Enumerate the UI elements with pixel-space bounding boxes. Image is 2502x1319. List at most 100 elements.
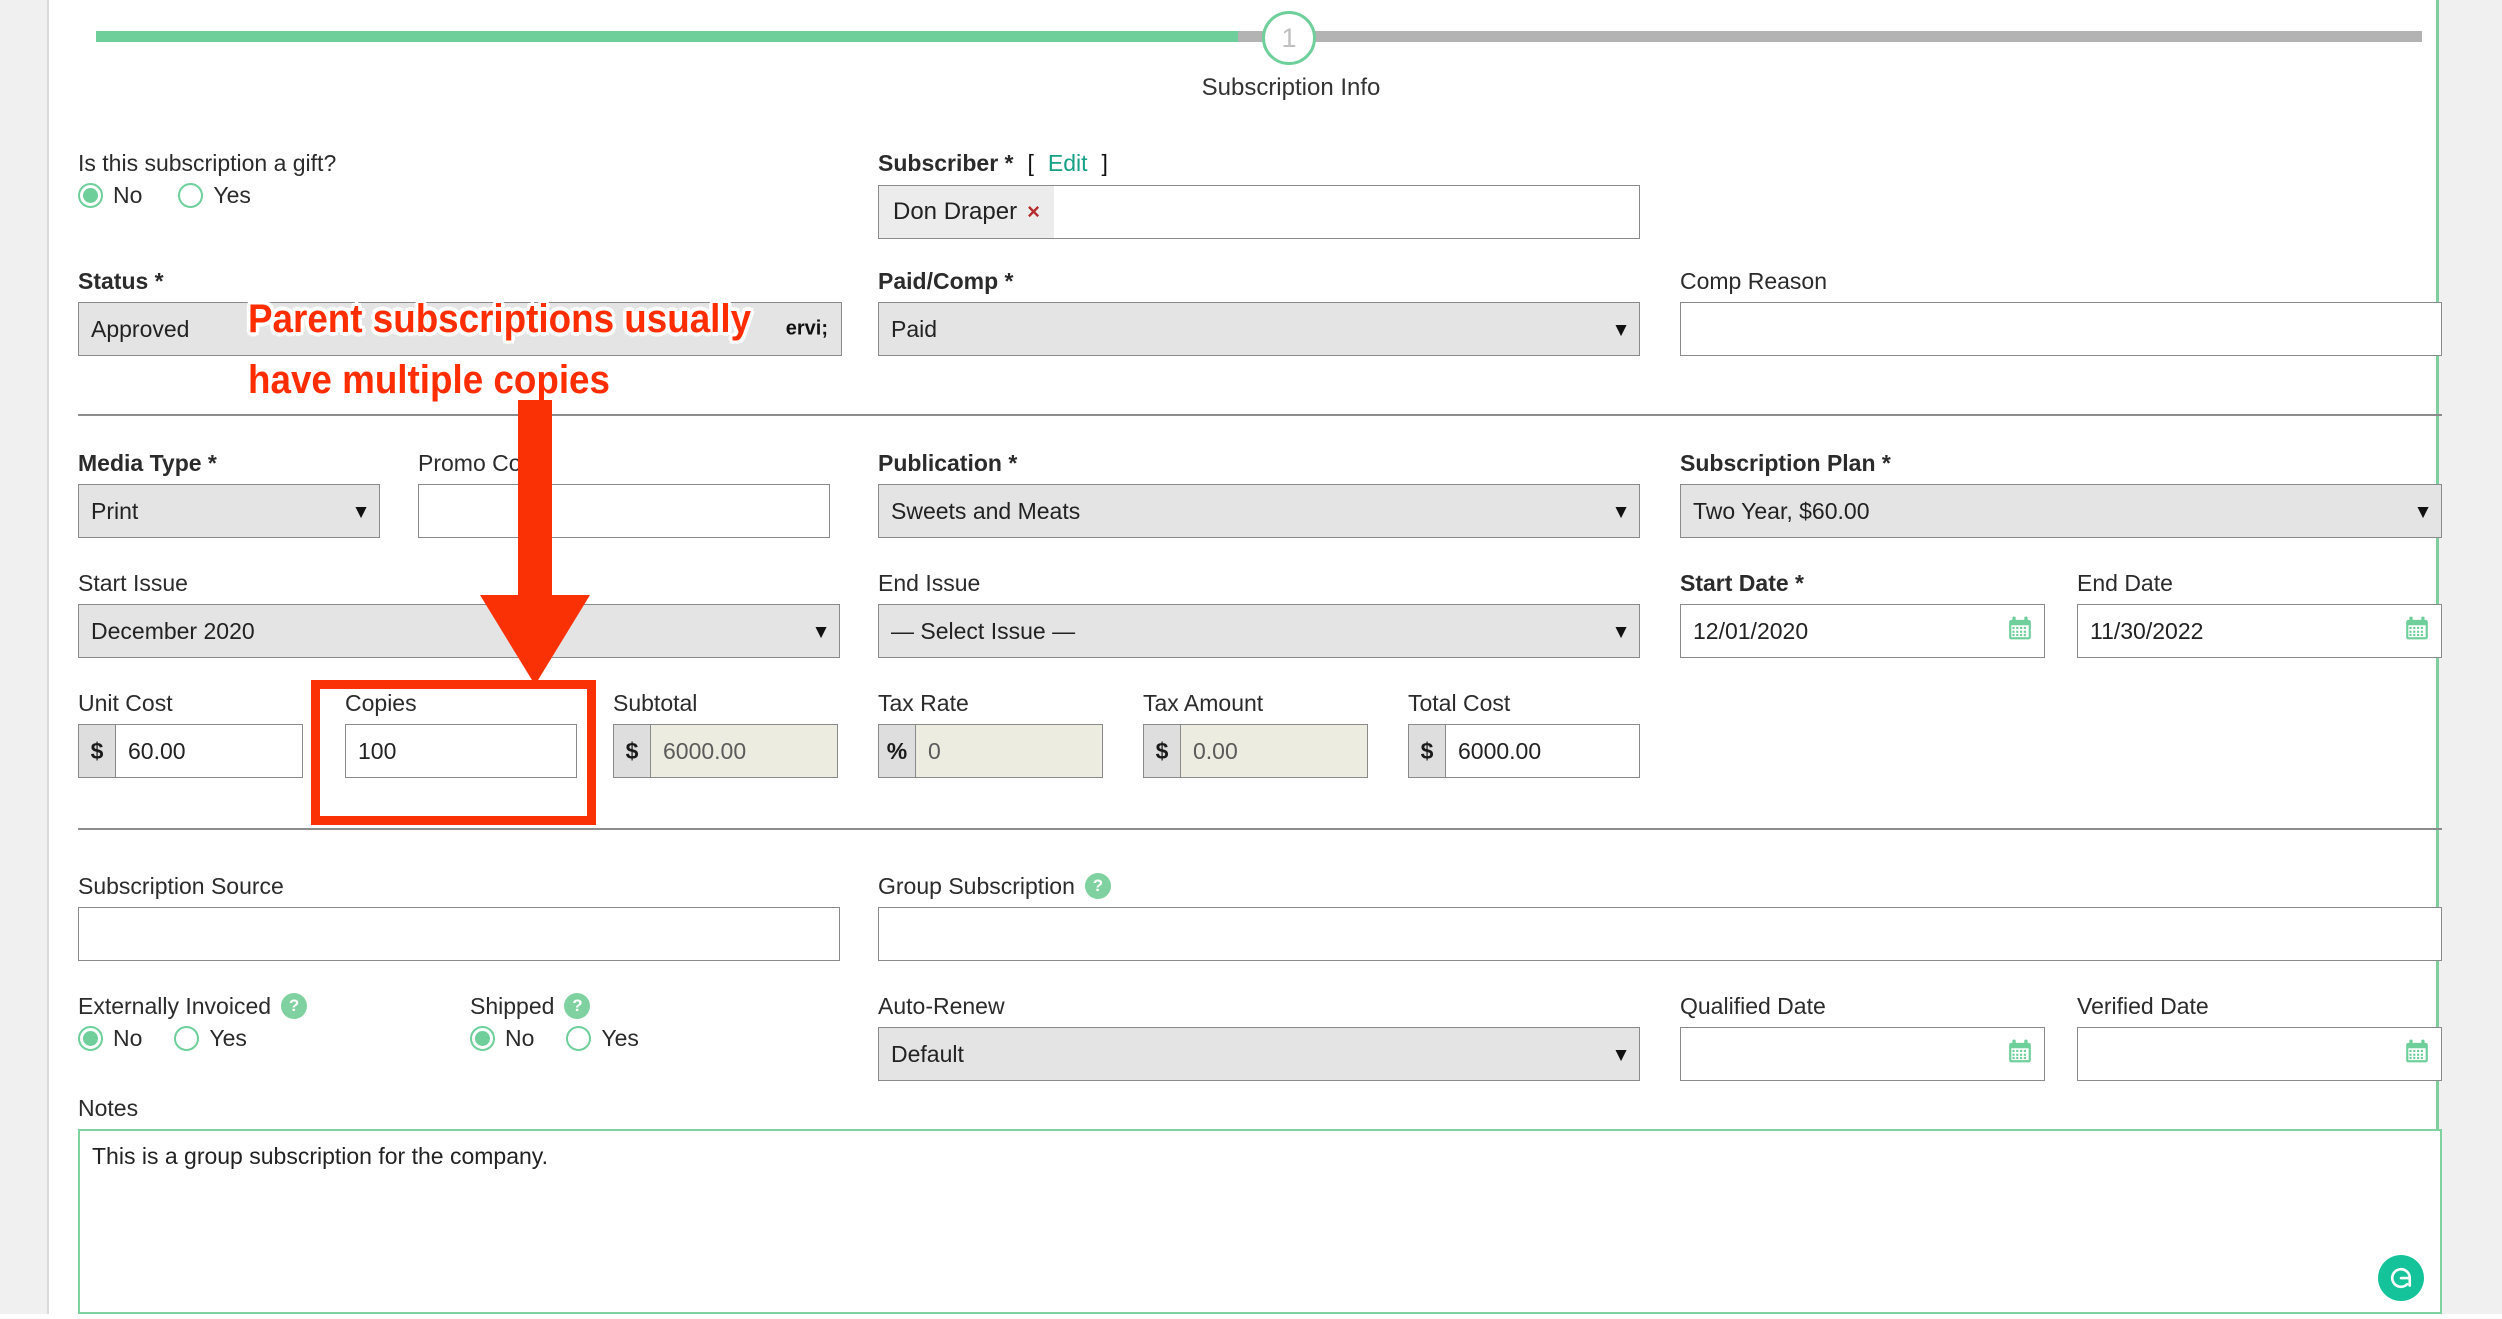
remove-icon[interactable]: × — [1027, 199, 1040, 225]
qualified-date-label: Qualified Date — [1680, 993, 1826, 1019]
subscription-plan-label: Subscription Plan * — [1680, 450, 1891, 476]
tax-rate-label: Tax Rate — [878, 690, 969, 716]
field-shipped: Shipped ? No Yes — [470, 993, 800, 1052]
wizard-step-label: Subscription Info — [1201, 74, 1381, 101]
calendar-icon[interactable] — [2404, 1039, 2430, 1070]
total-cost-group: $ — [1408, 724, 1640, 778]
shipped-radio-group[interactable]: No Yes — [470, 1025, 800, 1052]
externally-invoiced-radio-group[interactable]: No Yes — [78, 1025, 458, 1052]
start-date-input[interactable] — [1680, 604, 2045, 658]
verified-date-input[interactable] — [2077, 1027, 2442, 1081]
gift-option-no[interactable]: No — [78, 182, 142, 209]
qualified-date-input[interactable] — [1680, 1027, 2045, 1081]
field-subtotal: Subtotal $ — [613, 690, 838, 778]
subscription-plan-select[interactable]: Two Year, $60.00 — [1680, 484, 2442, 538]
field-publication: Publication * Sweets and Meats ▾ — [878, 450, 1640, 538]
externally-invoiced-option-yes[interactable]: Yes — [174, 1025, 247, 1052]
subscriber-edit-link[interactable]: Edit — [1048, 150, 1088, 177]
end-issue-select-wrap[interactable]: — Select Issue — ▾ — [878, 604, 1640, 658]
radio-icon-shipped-yes[interactable] — [566, 1026, 592, 1051]
shipped-option-yes-label: Yes — [601, 1025, 639, 1051]
publication-select-wrap[interactable]: Sweets and Meats ▾ — [878, 484, 1640, 538]
page-left-gutter — [0, 0, 48, 1314]
field-notes: Notes This is a group subscription for t… — [78, 1095, 2442, 1319]
status-select[interactable]: Approved — [78, 302, 842, 356]
field-unit-cost: Unit Cost $ — [78, 690, 303, 778]
subscriber-input[interactable]: Don Draper × — [878, 185, 1640, 239]
field-start-issue: Start Issue December 2020 ▾ — [78, 570, 840, 658]
gift-radio-group[interactable]: No Yes — [78, 182, 518, 209]
subscriber-label: Subscriber * — [878, 150, 1014, 176]
currency-prefix-icon: $ — [1408, 724, 1445, 778]
comp-reason-input[interactable] — [1680, 302, 2442, 356]
comp-reason-label: Comp Reason — [1680, 268, 1828, 294]
shipped-option-no[interactable]: No — [470, 1025, 534, 1052]
end-issue-select[interactable]: — Select Issue — — [878, 604, 1640, 658]
subscriber-token: Don Draper × — [879, 186, 1054, 238]
tax-rate-group: % — [878, 724, 1103, 778]
paid-comp-select-wrap[interactable]: Paid ▾ — [878, 302, 1640, 356]
externally-invoiced-option-yes-label: Yes — [209, 1025, 247, 1051]
auto-renew-select[interactable]: Default — [878, 1027, 1640, 1081]
radio-icon-gift-no[interactable] — [78, 183, 103, 208]
start-issue-select-wrap[interactable]: December 2020 ▾ — [78, 604, 840, 658]
field-qualified-date: Qualified Date — [1680, 993, 2045, 1081]
media-type-select-wrap[interactable]: Print ▾ — [78, 484, 380, 538]
grammarly-badge-icon[interactable] — [2378, 1255, 2424, 1301]
group-subscription-input[interactable] — [878, 907, 2442, 961]
field-auto-renew: Auto-Renew Default ▾ — [878, 993, 1640, 1081]
field-externally-invoiced: Externally Invoiced ? No Yes — [78, 993, 458, 1052]
field-group-subscription: Group Subscription ? — [878, 873, 2442, 961]
field-subscriber: Subscriber * [Edit] Don Draper × — [878, 150, 1640, 239]
help-icon[interactable]: ? — [281, 993, 308, 1019]
gift-option-no-label: No — [113, 182, 143, 208]
help-icon[interactable]: ? — [1084, 873, 1111, 899]
notes-textarea[interactable]: This is a group subscription for the com… — [78, 1129, 2442, 1314]
gift-option-yes-label: Yes — [213, 182, 251, 208]
shipped-option-no-label: No — [505, 1025, 535, 1051]
start-issue-select[interactable]: December 2020 — [78, 604, 840, 658]
paid-comp-label: Paid/Comp * — [878, 268, 1014, 294]
promo-code-label: Promo Code — [418, 450, 548, 476]
radio-icon-ext-inv-no[interactable] — [78, 1026, 103, 1051]
end-date-input[interactable] — [2077, 604, 2442, 658]
radio-icon-shipped-no[interactable] — [470, 1026, 495, 1051]
end-date-label: End Date — [2077, 570, 2173, 596]
subscription-source-input[interactable] — [78, 907, 840, 961]
unit-cost-input[interactable] — [115, 724, 303, 778]
currency-prefix-icon: $ — [613, 724, 650, 778]
shipped-label: Shipped — [470, 993, 555, 1019]
subscriber-token-label: Don Draper — [893, 198, 1018, 225]
calendar-icon[interactable] — [2404, 616, 2430, 647]
radio-icon-gift-yes[interactable] — [178, 183, 204, 208]
shipped-option-yes[interactable]: Yes — [566, 1025, 639, 1052]
media-type-select[interactable]: Print — [78, 484, 380, 538]
gift-option-yes[interactable]: Yes — [178, 182, 251, 209]
field-media-type: Media Type * Print ▾ — [78, 450, 380, 538]
wizard-step-1[interactable]: 1 — [1262, 11, 1316, 65]
promo-code-input[interactable] — [418, 484, 830, 538]
currency-prefix-icon: $ — [78, 724, 115, 778]
copies-input[interactable] — [345, 724, 577, 778]
total-cost-input[interactable] — [1445, 724, 1640, 778]
start-date-label: Start Date * — [1680, 570, 1804, 596]
externally-invoiced-label: Externally Invoiced — [78, 993, 272, 1019]
auto-renew-select-wrap[interactable]: Default ▾ — [878, 1027, 1640, 1081]
publication-select[interactable]: Sweets and Meats — [878, 484, 1640, 538]
radio-icon-ext-inv-yes[interactable] — [174, 1026, 200, 1051]
subscription-plan-select-wrap[interactable]: Two Year, $60.00 ▾ — [1680, 484, 2442, 538]
help-icon[interactable]: ? — [564, 993, 591, 1019]
paid-comp-select[interactable]: Paid — [878, 302, 1640, 356]
field-promo-code: Promo Code — [418, 450, 830, 538]
currency-prefix-icon: $ — [1143, 724, 1180, 778]
externally-invoiced-option-no[interactable]: No — [78, 1025, 142, 1052]
calendar-icon[interactable] — [2007, 616, 2033, 647]
status-select-wrap[interactable]: Approved ervi; — [78, 302, 842, 356]
wizard-progress: 1 Subscription Info — [76, 11, 2426, 101]
calendar-icon[interactable] — [2007, 1039, 2033, 1070]
field-subscription-plan: Subscription Plan * Two Year, $60.00 ▾ — [1680, 450, 2442, 538]
subtotal-input — [650, 724, 838, 778]
percent-prefix-icon: % — [878, 724, 915, 778]
field-end-issue: End Issue — Select Issue — ▾ — [878, 570, 1640, 658]
subtotal-group: $ — [613, 724, 838, 778]
